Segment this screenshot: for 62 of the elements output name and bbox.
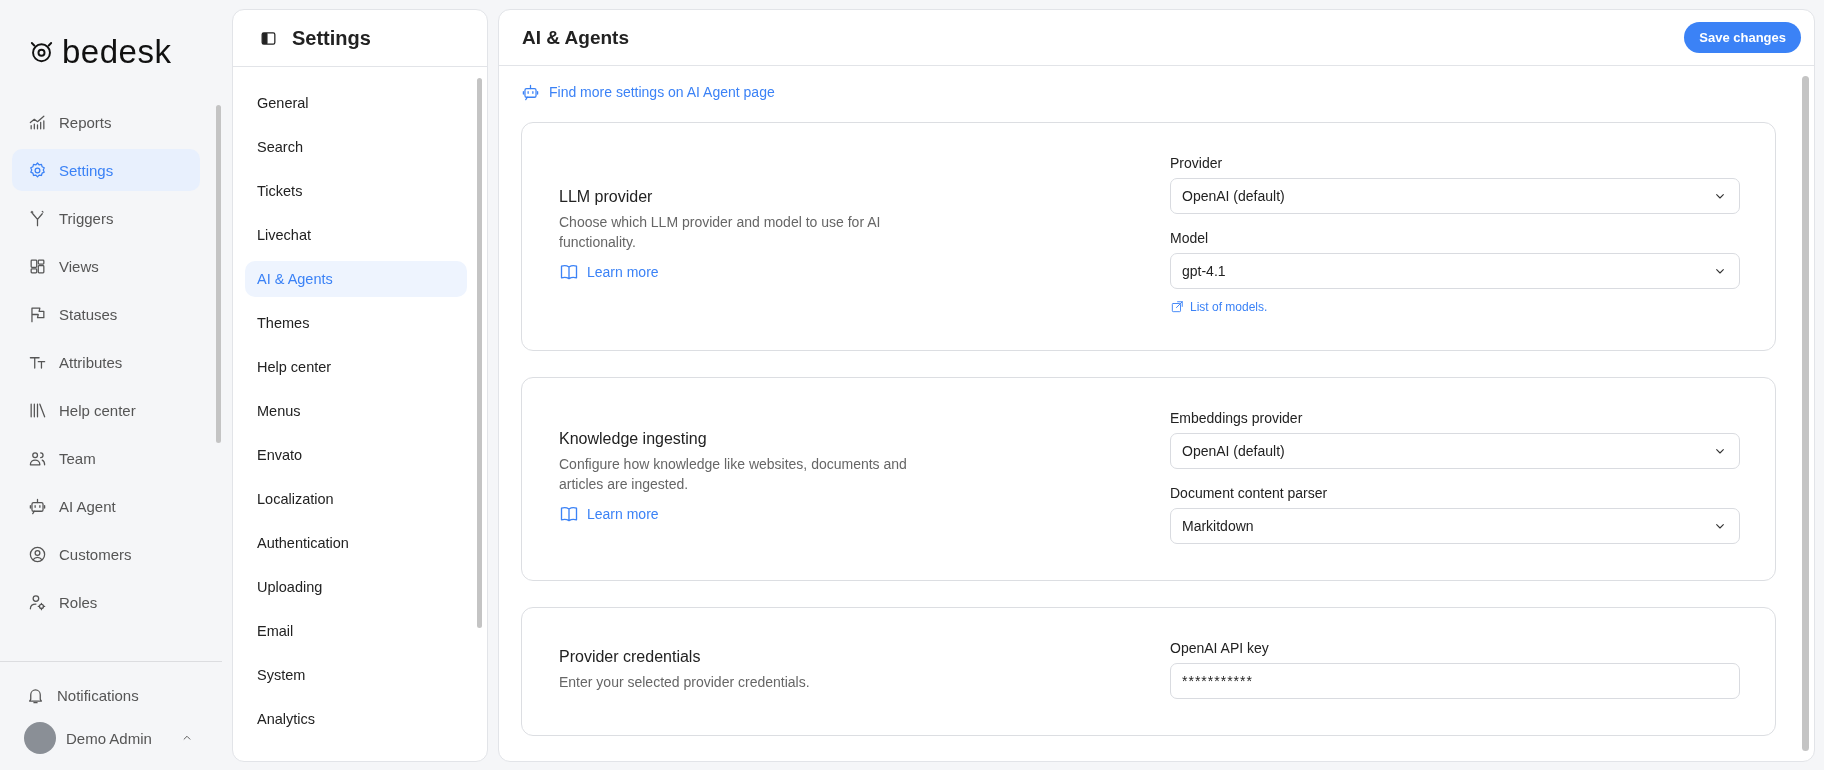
settings-nav-item[interactable]: Analytics [245, 701, 467, 737]
sidebar-item[interactable]: AI Agent [12, 485, 200, 527]
select-field[interactable]: Markitdown [1170, 508, 1740, 544]
settings-nav-item[interactable]: Help center [245, 349, 467, 385]
settings-nav-item[interactable]: Menus [245, 393, 467, 429]
sidebar-item[interactable]: Team [12, 437, 200, 479]
section-title: Knowledge ingesting [559, 430, 708, 448]
learn-more-link[interactable]: Learn more [559, 504, 659, 524]
settings-nav-item[interactable]: System [245, 657, 467, 693]
settings-nav-item[interactable]: Authentication [245, 525, 467, 561]
book-icon [559, 504, 579, 524]
scrollbar-thumb[interactable] [477, 78, 482, 628]
select-field[interactable]: gpt-4.1 [1170, 253, 1740, 289]
field-label: Document content parser [1170, 485, 1329, 501]
learn-more-link[interactable]: Learn more [559, 261, 659, 282]
section-description: Enter your selected provider credentials. [559, 672, 811, 692]
sidebar-item[interactable]: Customers [12, 533, 200, 575]
robot-icon [28, 496, 47, 516]
sidebar-item[interactable]: Statuses [12, 293, 200, 335]
avatar [24, 722, 56, 754]
section-description: Choose which LLM provider and model to use for AI functionality. [559, 212, 882, 252]
scrollbar-thumb[interactable] [1802, 76, 1809, 751]
panel-title: Settings [292, 26, 371, 50]
sidebar-item[interactable]: Triggers [12, 197, 200, 239]
robot-icon [521, 82, 540, 102]
fork-icon [28, 208, 47, 228]
settings-nav-item[interactable]: Envato [245, 437, 467, 473]
notifications-link[interactable]: Notifications [12, 674, 210, 716]
api-key-field[interactable]: *********** [1170, 663, 1740, 699]
ai-agent-link[interactable]: Find more settings on AI Agent page [521, 79, 775, 105]
settings-nav-item[interactable]: Themes [245, 305, 467, 341]
section-title: Provider credentials [559, 647, 702, 666]
gear-icon [28, 160, 47, 180]
section-title: LLM provider [559, 187, 654, 206]
sidebar-item[interactable]: Attributes [12, 341, 200, 383]
settings-nav-item[interactable]: Tickets [245, 173, 467, 209]
user-gear-icon [28, 592, 47, 612]
user-circle-icon [28, 544, 47, 564]
sidebar-item[interactable]: Roles [12, 581, 200, 623]
field-label: Model [1170, 230, 1210, 246]
section-description: Configure how knowledge like websites, documents and articles are ingested. [559, 455, 908, 494]
settings-nav-item[interactable]: Livechat [245, 217, 467, 253]
page-title: AI & Agents [522, 26, 629, 49]
sidebar-item[interactable]: Help center [12, 389, 200, 431]
field-label: Embeddings provider [1170, 410, 1304, 426]
sidebar-item[interactable]: Reports [12, 101, 200, 143]
user-menu-button[interactable]: Demo Admin [0, 716, 206, 760]
brand-name: bedesk [62, 34, 172, 68]
select-field[interactable]: OpenAI (default) [1170, 178, 1740, 214]
external-link-icon [1170, 300, 1184, 314]
models-link[interactable]: List of models. [1170, 300, 1268, 314]
sidebar-item[interactable]: Views [12, 245, 200, 287]
scrollbar-thumb[interactable] [216, 105, 221, 443]
settings-nav-item[interactable]: Localization [245, 481, 467, 517]
field-label: Provider [1170, 155, 1224, 171]
settings-nav-item[interactable]: Email [245, 613, 467, 649]
settings-nav-item[interactable]: General [245, 85, 467, 121]
save-button[interactable]: Save changes [1684, 22, 1801, 53]
select-field[interactable]: OpenAI (default) [1170, 433, 1740, 469]
field-label: OpenAI API key [1170, 640, 1270, 656]
settings-nav-item[interactable]: Search [245, 129, 467, 165]
settings-nav-item[interactable]: Uploading [245, 569, 467, 605]
